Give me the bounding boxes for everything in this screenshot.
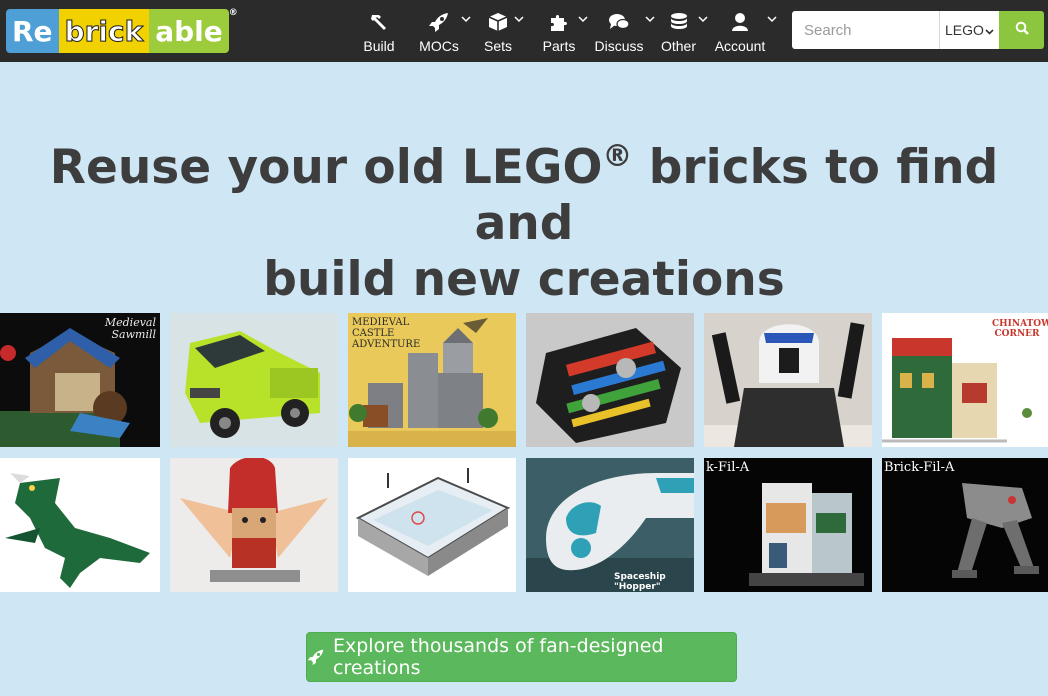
search-bar: LEGO — [792, 11, 1044, 49]
nav-other[interactable]: Other — [660, 8, 708, 56]
top-navbar: Re brick able ® Build MOCs Sets Parts Di… — [0, 0, 1048, 62]
tile-caption: k-Fil-A — [706, 460, 750, 475]
hammer-icon — [369, 8, 389, 32]
moc-thumbnail-12[interactable]: Brick-Fil-A — [882, 458, 1048, 592]
cube-icon — [488, 8, 508, 32]
chevron-down-icon — [767, 10, 777, 28]
nav-build[interactable]: Build — [360, 8, 398, 56]
nav-sets[interactable]: Sets — [483, 8, 524, 56]
chevron-down-icon — [514, 10, 524, 28]
chevron-down-icon — [985, 22, 994, 38]
nav-account[interactable]: Account — [714, 8, 777, 56]
nav-account-label: Account — [714, 38, 766, 54]
tile-caption: Brick-Fil-A — [884, 460, 955, 475]
moc-thumbnail-7[interactable] — [0, 458, 160, 592]
logo-part-re: Re — [6, 9, 59, 53]
moc-thumbnail-1[interactable]: Medieval Sawmill — [0, 313, 160, 447]
search-input[interactable] — [792, 11, 939, 49]
moc-thumbnail-9[interactable] — [348, 458, 516, 592]
registered-mark: ® — [602, 139, 633, 174]
nav-discuss[interactable]: Discuss — [594, 8, 655, 56]
chevron-down-icon — [461, 10, 471, 28]
logo-part-brick: brick — [58, 9, 150, 53]
nav-parts[interactable]: Parts — [541, 8, 588, 56]
user-icon — [731, 8, 749, 32]
moc-thumbnail-6[interactable]: CHINATOWN CORNER — [882, 313, 1048, 447]
moc-thumbnail-2[interactable] — [170, 313, 338, 447]
search-button[interactable] — [999, 11, 1044, 49]
rocket-icon — [307, 648, 325, 666]
moc-thumbnail-4[interactable] — [526, 313, 694, 447]
nav-sets-label: Sets — [483, 38, 512, 54]
tile-caption: Medieval Sawmill — [104, 316, 156, 341]
nav-discuss-label: Discuss — [594, 38, 644, 54]
chevron-down-icon — [578, 10, 588, 28]
search-scope-value: LEGO — [945, 22, 984, 38]
moc-thumbnail-10[interactable]: Spaceship "Hopper" — [526, 458, 694, 592]
search-scope-select[interactable]: LEGO — [939, 11, 999, 49]
chevron-down-icon — [698, 10, 708, 28]
tile-caption: Spaceship "Hopper" — [614, 572, 666, 592]
comments-icon — [608, 8, 630, 32]
moc-thumbnail-11[interactable]: k-Fil-A — [704, 458, 872, 592]
nav-mocs-label: MOCs — [419, 38, 459, 54]
hero-line2: build new creations — [263, 252, 785, 307]
puzzle-icon — [549, 8, 569, 32]
hero-line1-a: Reuse your old LEGO — [49, 140, 603, 195]
logo-part-able: able — [149, 9, 229, 53]
moc-thumbnail-3[interactable]: MEDIEVAL CASTLE ADVENTURE — [348, 313, 516, 447]
search-icon — [1015, 21, 1029, 40]
database-icon — [670, 8, 688, 32]
logo-registered-mark: ® — [228, 8, 238, 18]
hero-headline: Reuse your old LEGO® bricks to find and … — [0, 140, 1048, 308]
explore-creations-button[interactable]: Explore thousands of fan-designed creati… — [306, 632, 737, 682]
tile-caption: CHINATOWN CORNER — [992, 319, 1048, 339]
explore-creations-label: Explore thousands of fan-designed creati… — [333, 635, 664, 679]
chevron-down-icon — [645, 10, 655, 28]
tile-caption: MEDIEVAL CASTLE ADVENTURE — [352, 317, 421, 350]
nav-build-label: Build — [363, 38, 395, 54]
nav-parts-label: Parts — [542, 38, 576, 54]
nav-mocs[interactable]: MOCs — [418, 8, 471, 56]
rebrickable-logo[interactable]: Re brick able ® — [6, 8, 238, 53]
moc-thumbnail-8[interactable] — [170, 458, 338, 592]
rocket-icon — [428, 8, 450, 32]
nav-other-label: Other — [660, 38, 696, 54]
moc-thumbnail-5[interactable] — [704, 313, 872, 447]
